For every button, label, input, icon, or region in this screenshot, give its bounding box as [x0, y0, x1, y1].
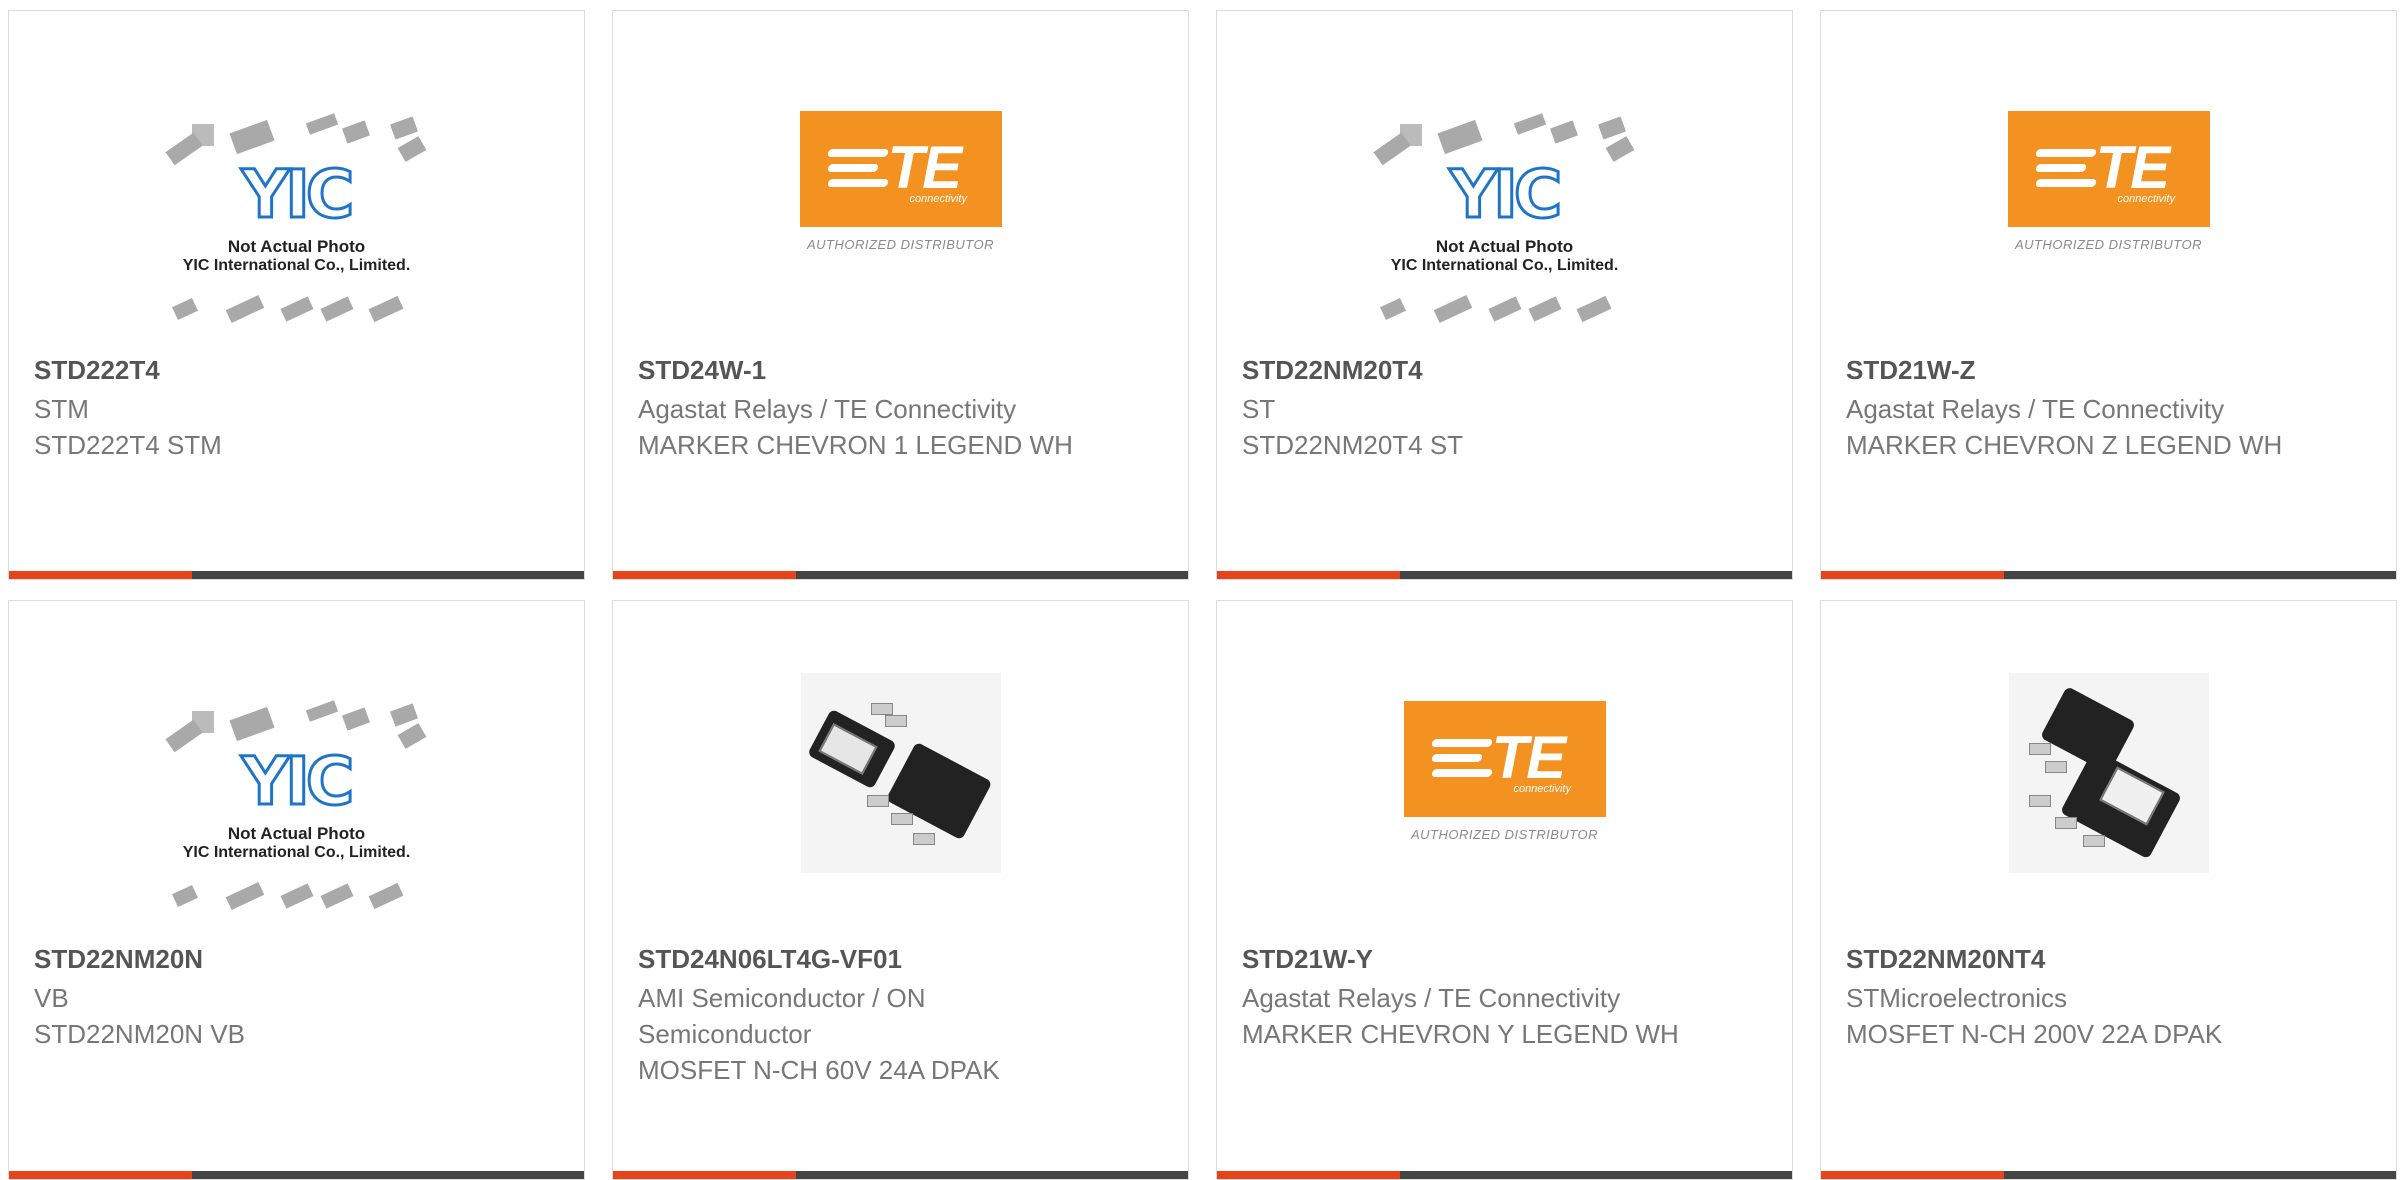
manufacturer: Agastat Relays / TE Connectivity: [638, 394, 1017, 424]
product-image[interactable]: [613, 673, 1188, 893]
yic-logo: YIC: [1448, 155, 1564, 235]
card-bar: [613, 1171, 1188, 1179]
card-bar: [9, 571, 584, 579]
product-card[interactable]: YIC Not Actual Photo YIC International C…: [8, 10, 585, 580]
not-actual-photo-placeholder: YIC Not Actual Photo YIC International C…: [1370, 106, 1640, 338]
card-bar: [1821, 1171, 2396, 1179]
placeholder-company: YIC International Co., Limited.: [1390, 257, 1619, 274]
description: MOSFET N-CH 200V 22A DPAK: [1846, 1019, 2223, 1049]
manufacturer: ST: [1242, 394, 1276, 424]
placeholder-company: YIC International Co., Limited.: [182, 844, 411, 861]
dpak-package-photo: [800, 673, 1001, 873]
description: MARKER CHEVRON Y LEGEND WH: [1242, 1019, 1679, 1049]
card-bar: [1217, 1171, 1792, 1179]
description: MOSFET N-CH 60V 24A DPAK: [638, 1055, 1000, 1085]
manufacturer: AMI Semiconductor / ON Semiconductor: [638, 983, 926, 1049]
not-actual-photo-placeholder: YIC Not Actual Photo YIC International C…: [162, 106, 432, 338]
card-bar: [613, 571, 1188, 579]
part-number[interactable]: STD21W-Y: [1242, 944, 1373, 975]
part-number[interactable]: STD22NM20NT4: [1846, 944, 2045, 975]
manufacturer: STMicroelectronics: [1846, 983, 2068, 1013]
description: MARKER CHEVRON Z LEGEND WH: [1846, 430, 2283, 460]
part-number[interactable]: STD222T4: [34, 355, 160, 386]
placeholder-caption: Not Actual Photo: [227, 237, 366, 256]
placeholder-caption: Not Actual Photo: [227, 824, 366, 843]
product-card[interactable]: TE connectivity AUTHORIZED DISTRIBUTOR S…: [1820, 10, 2397, 580]
manufacturer: Agastat Relays / TE Connectivity: [1242, 983, 1621, 1013]
product-card[interactable]: YIC Not Actual Photo YIC International C…: [1216, 10, 1793, 580]
card-bar: [9, 1171, 584, 1179]
description: STD22NM20T4 ST: [1242, 430, 1464, 460]
part-number[interactable]: STD21W-Z: [1846, 355, 1975, 386]
product-card[interactable]: STD22NM20NT4 STMicroelectronics MOSFET N…: [1820, 600, 2397, 1180]
product-card[interactable]: TE connectivity AUTHORIZED DISTRIBUTOR S…: [612, 10, 1189, 580]
card-bar: [1217, 571, 1792, 579]
te-connectivity-logo: TE connectivity AUTHORIZED DISTRIBUTOR: [1400, 701, 1610, 842]
product-image[interactable]: TE connectivity AUTHORIZED DISTRIBUTOR: [1821, 111, 2396, 331]
part-number[interactable]: STD22NM20N: [34, 944, 203, 975]
description: MARKER CHEVRON 1 LEGEND WH: [638, 430, 1073, 460]
description: STD22NM20N VB: [34, 1019, 245, 1049]
manufacturer: Agastat Relays / TE Connectivity: [1846, 394, 2225, 424]
placeholder-company: YIC International Co., Limited.: [182, 257, 411, 274]
product-image[interactable]: TE connectivity AUTHORIZED DISTRIBUTOR: [1217, 701, 1792, 921]
not-actual-photo-placeholder: YIC Not Actual Photo YIC International C…: [162, 693, 432, 925]
product-card[interactable]: TE connectivity AUTHORIZED DISTRIBUTOR S…: [1216, 600, 1793, 1180]
product-card[interactable]: YIC Not Actual Photo YIC International C…: [8, 600, 585, 1180]
authorized-distributor-label: AUTHORIZED DISTRIBUTOR: [2015, 237, 2202, 252]
part-number[interactable]: STD24W-1: [638, 355, 766, 386]
product-image[interactable]: TE connectivity AUTHORIZED DISTRIBUTOR: [613, 111, 1188, 331]
product-image[interactable]: YIC Not Actual Photo YIC International C…: [1217, 106, 1792, 326]
te-connectivity-logo: TE connectivity AUTHORIZED DISTRIBUTOR: [796, 111, 1006, 252]
manufacturer: VB: [34, 983, 69, 1013]
part-number[interactable]: STD22NM20T4: [1242, 355, 1423, 386]
authorized-distributor-label: AUTHORIZED DISTRIBUTOR: [807, 237, 994, 252]
placeholder-caption: Not Actual Photo: [1435, 237, 1574, 256]
product-card[interactable]: STD24N06LT4G-VF01 AMI Semiconductor / ON…: [612, 600, 1189, 1180]
product-image[interactable]: YIC Not Actual Photo YIC International C…: [9, 106, 584, 326]
product-image[interactable]: YIC Not Actual Photo YIC International C…: [9, 693, 584, 913]
card-bar: [1821, 571, 2396, 579]
product-image[interactable]: [1821, 673, 2396, 893]
manufacturer: STM: [34, 394, 89, 424]
dpak-package-photo: [2008, 673, 2209, 873]
product-grid: YIC Not Actual Photo YIC International C…: [0, 0, 2400, 1180]
te-connectivity-logo: TE connectivity AUTHORIZED DISTRIBUTOR: [2004, 111, 2214, 252]
description: STD222T4 STM: [34, 430, 222, 460]
yic-logo: YIC: [240, 742, 356, 822]
part-number[interactable]: STD24N06LT4G-VF01: [638, 944, 902, 975]
yic-logo: YIC: [240, 155, 356, 235]
authorized-distributor-label: AUTHORIZED DISTRIBUTOR: [1411, 827, 1598, 842]
